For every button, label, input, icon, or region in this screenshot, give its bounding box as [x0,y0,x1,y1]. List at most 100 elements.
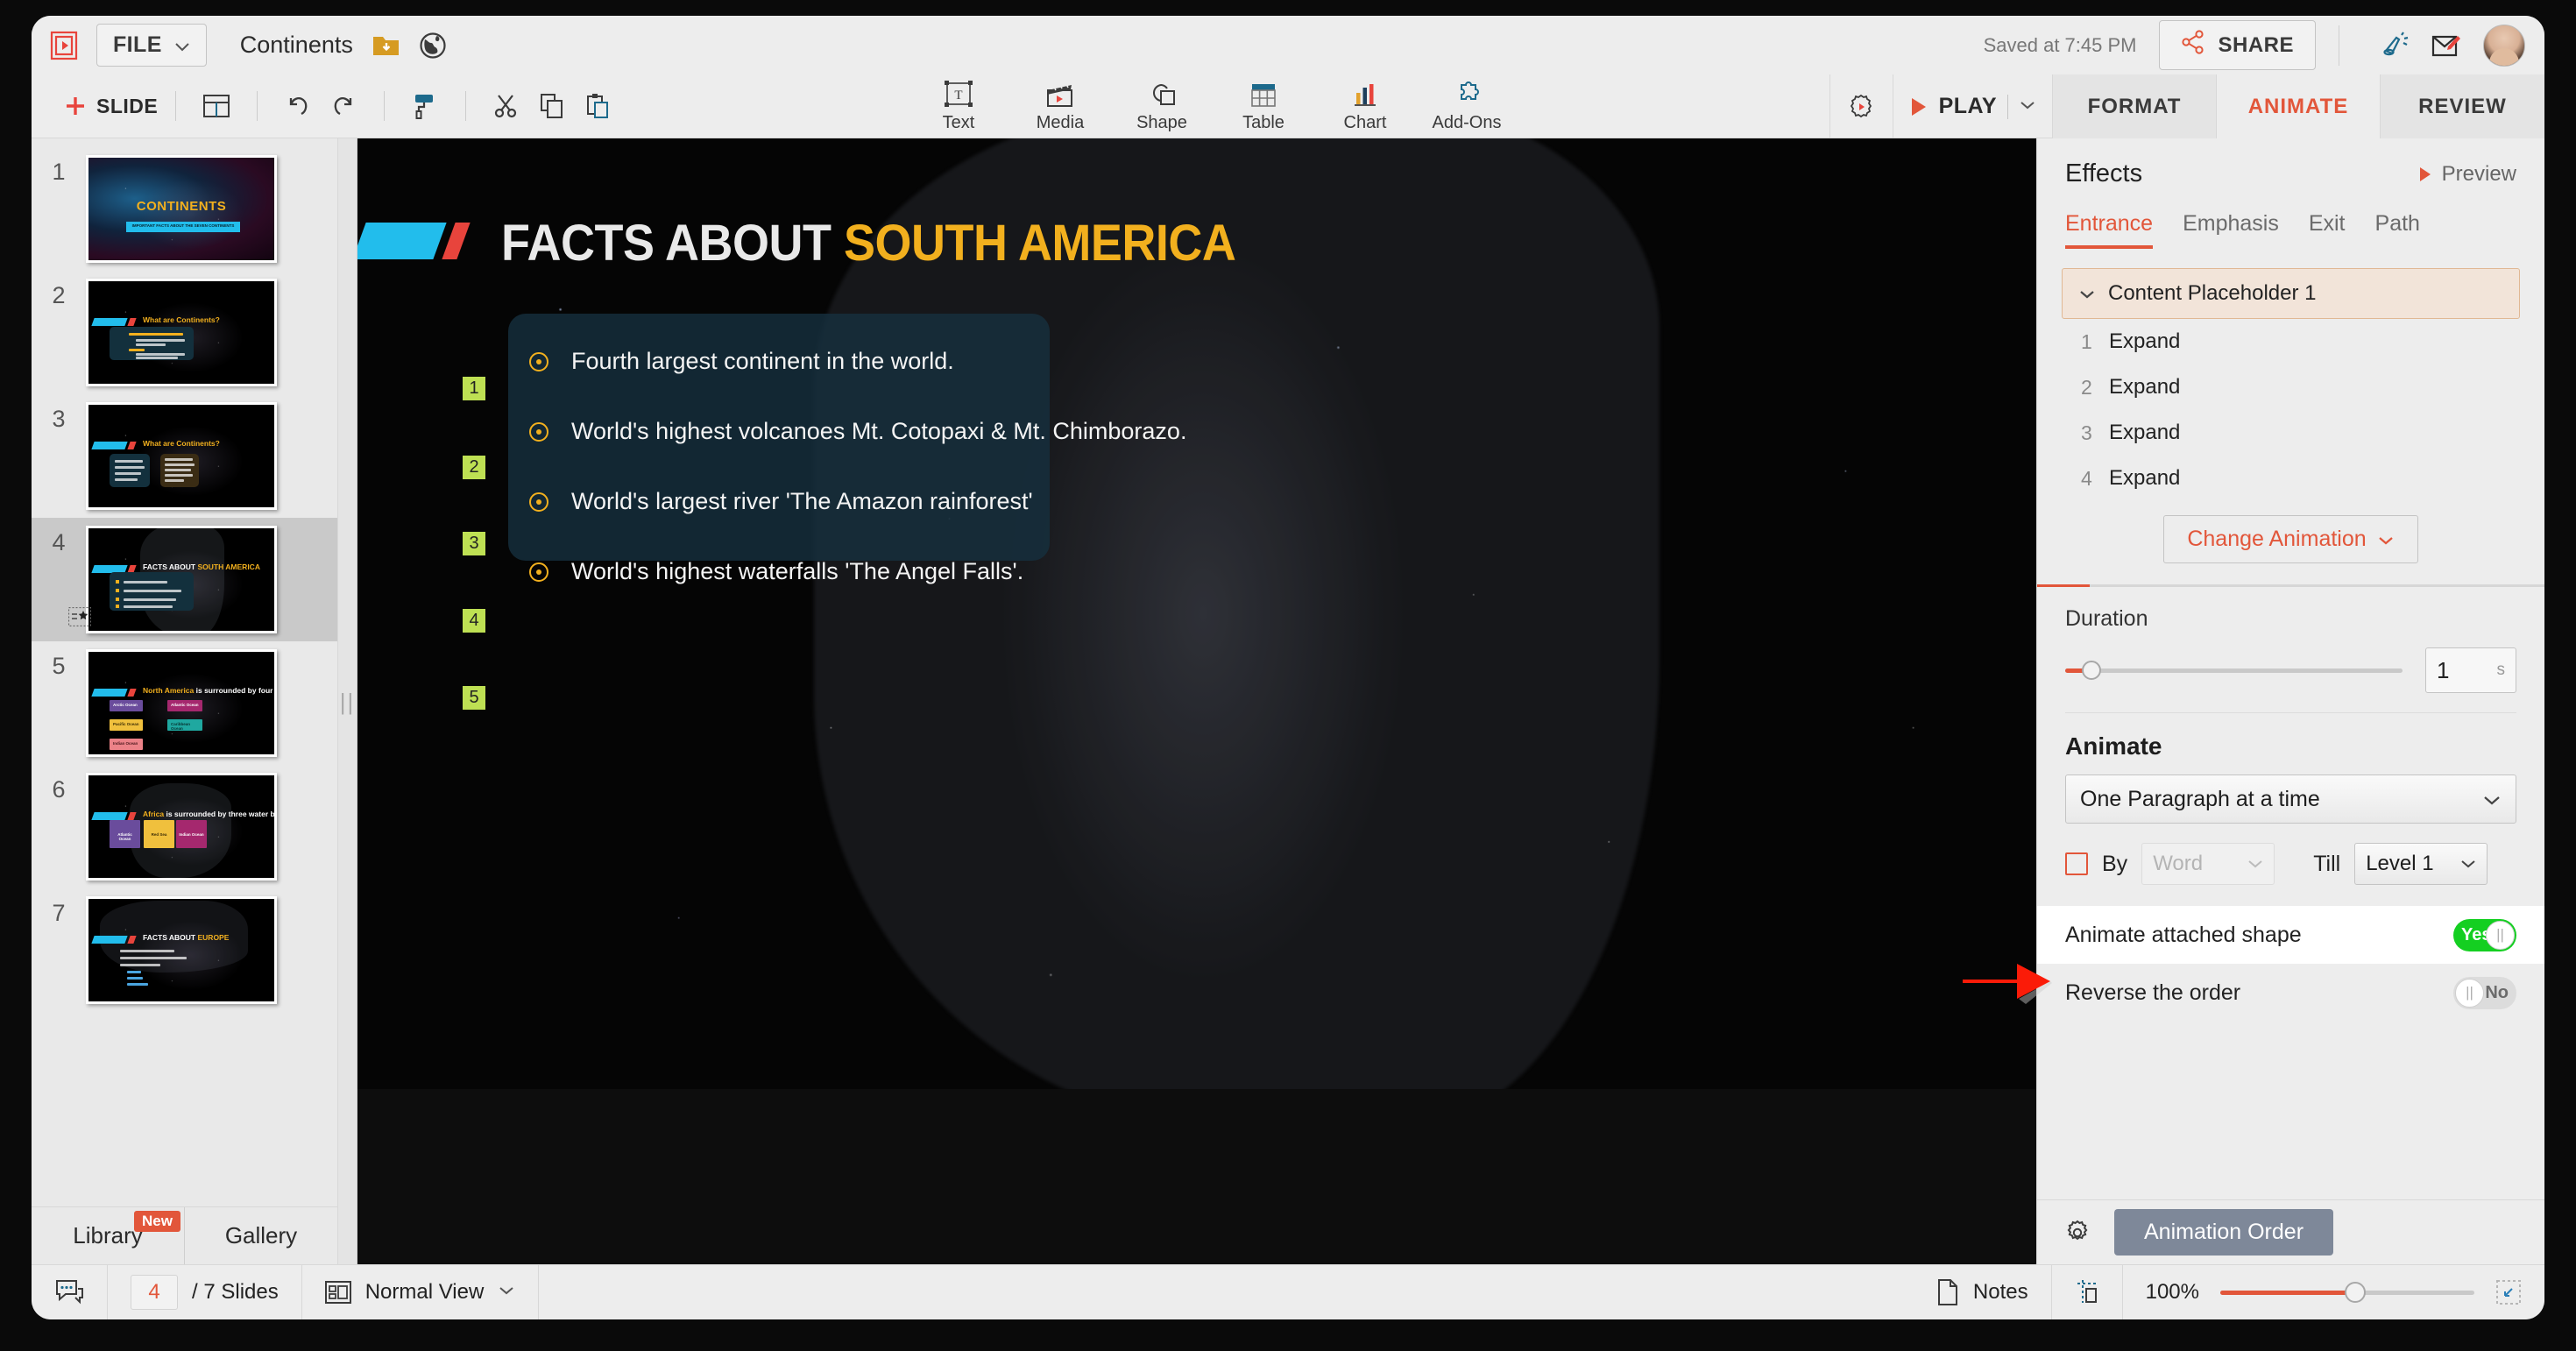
insert-shape-button[interactable]: Shape [1111,74,1213,138]
gear-play-icon[interactable] [1829,74,1893,138]
duration-input[interactable]: 1 s [2425,647,2516,693]
document-title[interactable]: Continents [240,32,353,59]
zoom-slider-knob[interactable] [2345,1281,2367,1303]
by-unit-select[interactable]: Word [2141,843,2275,885]
add-slide-label: SLIDE [96,94,159,117]
panel-resize-handle[interactable]: || [338,138,357,1264]
folder-download-icon[interactable] [372,33,400,57]
list-item[interactable]: 2 Expand [2037,364,2544,410]
insert-addons-button[interactable]: Add-Ons [1416,74,1518,138]
insert-chart-button[interactable]: Chart [1314,74,1416,138]
insert-table-button[interactable]: Table [1213,74,1314,138]
slide-canvas[interactable]: FACTS ABOUT SOUTH AMERICA Fourth largest… [357,138,2049,1264]
list-item[interactable]: 4 FACTS ABOUT SOUTH AMERICA [32,518,337,641]
play-dropdown-icon[interactable] [2019,99,2036,115]
list-item[interactable]: 3 What are Continents? [32,394,337,518]
duration-slider[interactable] [2065,660,2403,680]
gear-icon[interactable] [2063,1219,2091,1247]
list-item[interactable]: 3 Expand [2037,410,2544,456]
animation-marker[interactable]: 4 [463,609,485,633]
tab-exit[interactable]: Exit [2309,211,2346,249]
animate-mode-select[interactable]: One Paragraph at a time [2065,775,2516,824]
add-slide-button[interactable]: SLIDE [63,94,158,118]
tab-library[interactable]: Library New [32,1207,184,1264]
animate-attached-shape-toggle[interactable]: Yes || [2453,918,2516,951]
duration-slider-knob[interactable] [2082,660,2102,680]
list-item[interactable]: 1 CONTINENTS IMPORTANT FACTS ABOUT THE S… [32,147,337,271]
bullet-list[interactable]: Fourth largest continent in the world. W… [529,333,1186,613]
insert-shape-label: Shape [1136,113,1187,132]
list-item[interactable]: 7 FACTS ABOUT EUROPE [32,888,337,1012]
list-item[interactable]: World's largest river 'The Amazon rainfo… [529,473,1055,530]
animation-marker[interactable]: 3 [463,532,485,555]
avatar[interactable] [2483,24,2525,67]
list-item[interactable]: Fourth largest continent in the world. [529,333,1055,390]
animation-marker[interactable]: 2 [463,456,485,479]
effect-name: Expand [2109,329,2181,353]
change-animation-button[interactable]: Change Animation [2163,515,2418,563]
zoom-control[interactable]: 100% [2123,1265,2544,1319]
list-item[interactable]: 4 Expand [2037,456,2544,501]
saved-status: Saved at 7:45 PM [1983,33,2137,56]
tab-entrance[interactable]: Entrance [2065,211,2154,249]
animation-marker[interactable]: 1 [463,377,485,400]
list-item[interactable]: 6 Africa is surrounded by three water bo… [32,765,337,888]
copy-icon[interactable] [529,83,575,129]
list-item[interactable]: World's highest volcanoes Mt. Cotopaxi &… [529,403,1186,460]
share-button[interactable]: SHARE [2159,20,2316,70]
presentation-logo-icon[interactable] [32,16,96,74]
format-painter-icon[interactable] [402,83,448,129]
slide-thumbnail[interactable]: Africa is surrounded by three water bodi… [86,773,277,881]
slides-list[interactable]: 1 CONTINENTS IMPORTANT FACTS ABOUT THE S… [32,138,337,1206]
tab-review[interactable]: REVIEW [2381,74,2544,138]
reverse-order-toggle[interactable]: || No [2453,976,2516,1009]
megaphone-icon[interactable] [2381,31,2411,60]
play-button[interactable]: PLAY [1892,74,2053,138]
guides-button[interactable] [2052,1265,2123,1319]
slide-layout-icon[interactable] [194,83,239,129]
tab-format[interactable]: FORMAT [2053,74,2217,138]
undo-icon[interactable] [275,83,321,129]
zoom-slider[interactable] [2220,1281,2474,1303]
list-item[interactable]: 2 What are Continents? [32,271,337,394]
tab-path[interactable]: Path [2375,211,2420,249]
notes-button[interactable]: Notes [1914,1265,2052,1319]
comment-button[interactable] [32,1265,108,1319]
insert-media-button[interactable]: Media [1009,74,1111,138]
paste-icon[interactable] [575,83,620,129]
globe-icon[interactable] [419,32,447,60]
thumbnail-number: 1 [52,159,66,185]
animation-marker[interactable]: 5 [463,686,485,710]
edit-envelope-icon[interactable] [2431,32,2460,59]
slide-thumbnail[interactable]: FACTS ABOUT SOUTH AMERICA [86,526,277,633]
current-slide[interactable]: FACTS ABOUT SOUTH AMERICA Fourth largest… [357,138,2049,1089]
till-level-select[interactable]: Level 1 [2354,843,2488,885]
list-item[interactable]: World's highest waterfalls 'The Angel Fa… [529,543,1055,600]
redo-icon[interactable] [321,83,366,129]
slide-thumbnail[interactable]: CONTINENTS IMPORTANT FACTS ABOUT THE SEV… [86,155,277,263]
preview-button[interactable]: Preview [2417,162,2516,187]
current-slide-input[interactable]: 4 [131,1275,178,1310]
slide-thumbnail[interactable]: North America is surrounded by four wate… [86,649,277,757]
slide-title[interactable]: FACTS ABOUT SOUTH AMERICA [501,214,1236,272]
tab-animate[interactable]: ANIMATE [2217,74,2381,138]
by-checkbox[interactable] [2065,852,2088,875]
insert-text-button[interactable]: T Text [908,74,1009,138]
slide-thumbnail[interactable]: FACTS ABOUT EUROPE [86,896,277,1004]
view-mode-button[interactable]: Normal View [302,1265,540,1319]
scissors-icon[interactable] [484,83,529,129]
animate-attached-shape-row[interactable]: Animate attached shape Yes || [2037,906,2544,964]
list-item[interactable]: 1 Expand [2037,319,2544,364]
tab-gallery[interactable]: Gallery [184,1207,337,1264]
chevron-down-icon[interactable] [2078,281,2096,306]
tab-emphasis[interactable]: Emphasis [2183,211,2279,249]
slide-thumbnail[interactable]: What are Continents? [86,279,277,386]
reverse-order-row[interactable]: Reverse the order || No [2037,964,2544,1022]
list-item[interactable]: 5 North America is surrounded by four wa… [32,641,337,765]
content-placeholder-group[interactable]: Content Placeholder 1 [2062,268,2520,319]
file-menu-button[interactable]: FILE [96,24,207,67]
fit-to-screen-icon[interactable] [2495,1279,2522,1305]
animation-order-button[interactable]: Animation Order [2114,1209,2334,1256]
slide-thumbnail[interactable]: What are Continents? [86,402,277,510]
slide-counter[interactable]: 4 / 7 Slides [108,1265,302,1319]
